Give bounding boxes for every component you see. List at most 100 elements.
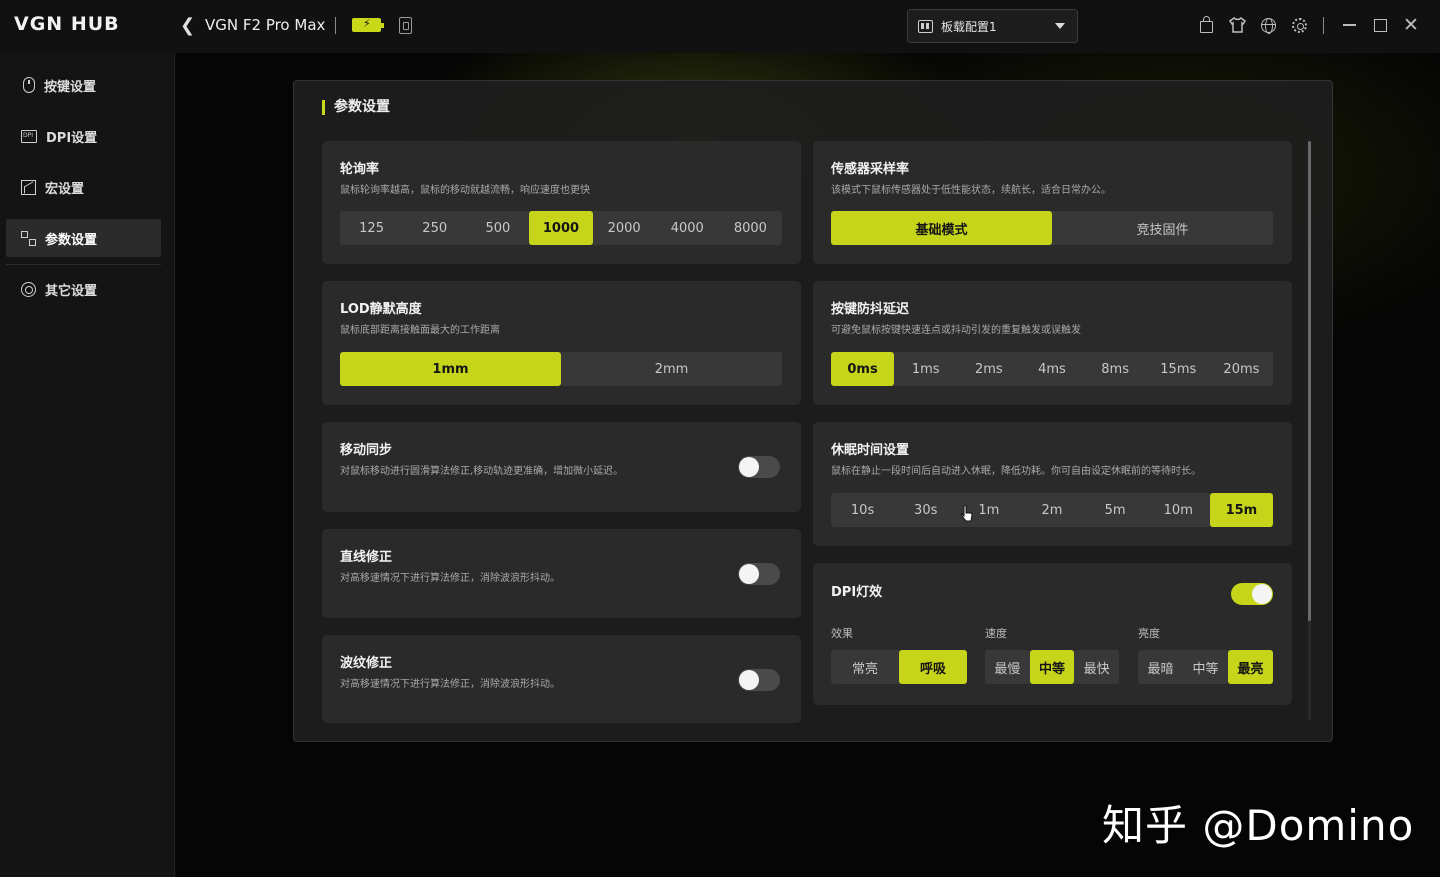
option-2mm[interactable]: 2mm [561, 352, 782, 386]
shirt-icon[interactable] [1228, 16, 1246, 34]
option-darkest[interactable]: 最暗 [1138, 650, 1183, 684]
option-4000[interactable]: 4000 [656, 211, 719, 245]
sidebar-item-other[interactable]: 其它设置 [6, 270, 161, 308]
option-30s[interactable]: 30s [894, 493, 957, 527]
toggle-knob [739, 670, 759, 690]
ripple-correction-toggle[interactable] [738, 669, 780, 691]
debounce-selector: 0ms 1ms 2ms 4ms 8ms 15ms 20ms [831, 352, 1273, 386]
dpi-light-toggle[interactable] [1231, 583, 1273, 605]
mouse-icon [23, 77, 35, 93]
polling-rate-card: 轮询率 鼠标轮询率越高，鼠标的移动就越流畅，响应速度也更快 125 250 50… [322, 141, 801, 264]
brightness-selector: 最暗 中等 最亮 [1138, 650, 1273, 684]
lod-card: LOD静默高度 鼠标底部距离接触面最大的工作距离 1mm 2mm [322, 281, 801, 405]
params-panel: 参数设置 轮询率 鼠标轮询率越高，鼠标的移动就越流畅，响应速度也更快 125 2… [293, 80, 1333, 742]
battery-icon: ⚡ [352, 17, 384, 32]
effect-selector: 常亮 呼吸 [831, 650, 967, 684]
option-2m[interactable]: 2m [1020, 493, 1083, 527]
macro-icon [21, 179, 36, 195]
divider [1323, 17, 1324, 34]
option-1ms[interactable]: 1ms [894, 352, 957, 386]
sidebar-item-dpi[interactable]: DPI DPI设置 [6, 117, 161, 155]
other-settings-icon [21, 281, 36, 297]
card-description: 该模式下鼠标传感器处于低性能状态，续航长，适合日常办公。 [831, 185, 1111, 196]
option-medium-speed[interactable]: 中等 [1029, 650, 1075, 684]
scrollbar-thumb[interactable] [1308, 141, 1311, 621]
card-title: 直线修正 [340, 550, 393, 565]
angle-snap-toggle[interactable] [738, 563, 780, 585]
debounce-card: 按键防抖延迟 可避免鼠标按键快速连点或抖动引发的重复触发或误触发 0ms 1ms… [813, 281, 1292, 405]
card-title: 按键防抖延迟 [831, 302, 910, 317]
option-2ms[interactable]: 2ms [957, 352, 1020, 386]
mouse-cursor-icon [961, 505, 973, 522]
option-8ms[interactable]: 8ms [1084, 352, 1147, 386]
brightness-label: 亮度 [1138, 627, 1160, 640]
toggle-knob [739, 457, 759, 477]
option-0ms[interactable]: 0ms [831, 352, 895, 386]
sidebar-item-label: DPI设置 [46, 130, 98, 146]
back-arrow-icon[interactable]: ❮ [180, 15, 195, 37]
option-15ms[interactable]: 15ms [1147, 352, 1210, 386]
card-description: 鼠标在静止一段时间后自动进入休眠，降低功耗。你可自由设定休眠前的等待时长。 [831, 466, 1201, 477]
option-500[interactable]: 500 [466, 211, 529, 245]
title-bar: VGN HUB ❮ VGN F2 Pro Max ⚡ 板载配置1 ✕ [0, 0, 1440, 53]
option-slowest[interactable]: 最慢 [985, 650, 1030, 684]
card-title: 传感器采样率 [831, 162, 910, 177]
option-breathing[interactable]: 呼吸 [899, 650, 967, 684]
option-8000[interactable]: 8000 [719, 211, 782, 245]
card-description: 鼠标轮询率越高，鼠标的移动就越流畅，响应速度也更快 [340, 185, 590, 196]
option-1000[interactable]: 1000 [529, 211, 593, 245]
option-10s[interactable]: 10s [831, 493, 894, 527]
card-description: 对高移速情况下进行算法修正，消除波浪形抖动。 [340, 679, 560, 690]
effect-label: 效果 [831, 627, 853, 640]
option-4ms[interactable]: 4ms [1020, 352, 1083, 386]
speed-label: 速度 [985, 627, 1007, 640]
divider [335, 17, 336, 34]
card-title: 轮询率 [340, 162, 380, 177]
sidebar-item-params[interactable]: 参数设置 [6, 219, 161, 257]
bag-icon[interactable] [1197, 16, 1215, 34]
config-selected-label: 板载配置1 [941, 19, 997, 34]
maximize-icon[interactable] [1371, 16, 1389, 34]
motion-sync-toggle[interactable] [738, 456, 780, 478]
close-icon[interactable]: ✕ [1402, 16, 1420, 35]
dpi-light-card: DPI灯效 效果 常亮 呼吸 速度 最慢 中等 最快 亮度 最暗 中等 最亮 [813, 563, 1292, 705]
gear-icon[interactable] [1290, 16, 1308, 34]
option-medium-brightness[interactable]: 中等 [1183, 650, 1228, 684]
params-icon [21, 230, 36, 246]
card-title: LOD静默高度 [340, 302, 422, 317]
sidebar: 按键设置 DPI DPI设置 宏设置 参数设置 其它设置 [0, 53, 175, 877]
option-basic-mode[interactable]: 基础模式 [831, 211, 1052, 245]
sidebar-item-label: 宏设置 [45, 181, 85, 197]
option-steady[interactable]: 常亮 [831, 650, 899, 684]
angle-snap-card: 直线修正 对高移速情况下进行算法修正，消除波浪形抖动。 [322, 529, 801, 618]
option-competitive-firmware[interactable]: 竞技固件 [1052, 211, 1273, 245]
option-1mm[interactable]: 1mm [340, 352, 561, 386]
panel-title: 参数设置 [322, 100, 390, 115]
card-description: 对鼠标移动进行圆滑算法修正,移动轨迹更准确，增加微小延迟。 [340, 466, 624, 477]
sidebar-item-buttons[interactable]: 按键设置 [6, 66, 161, 104]
option-125[interactable]: 125 [340, 211, 403, 245]
sidebar-item-label: 按键设置 [44, 79, 97, 95]
card-title: DPI灯效 [831, 585, 883, 600]
card-title: 移动同步 [340, 443, 393, 458]
dongle-icon [399, 17, 412, 34]
card-description: 鼠标底部距离接触面最大的工作距离 [340, 325, 500, 336]
option-250[interactable]: 250 [403, 211, 466, 245]
option-2000[interactable]: 2000 [593, 211, 656, 245]
card-description: 可避免鼠标按键快速连点或抖动引发的重复触发或误触发 [831, 325, 1081, 336]
onboard-config-select[interactable]: 板载配置1 [907, 9, 1078, 43]
option-fastest[interactable]: 最快 [1074, 650, 1119, 684]
card-title: 休眠时间设置 [831, 443, 910, 458]
sensor-rate-card: 传感器采样率 该模式下鼠标传感器处于低性能状态，续航长，适合日常办公。 基础模式… [813, 141, 1292, 264]
option-5m[interactable]: 5m [1084, 493, 1147, 527]
globe-icon[interactable] [1259, 16, 1277, 34]
card-title: 波纹修正 [340, 656, 393, 671]
option-10m[interactable]: 10m [1147, 493, 1210, 527]
minimize-icon[interactable] [1340, 16, 1358, 34]
option-20ms[interactable]: 20ms [1210, 352, 1273, 386]
option-brightest[interactable]: 最亮 [1228, 650, 1273, 684]
sidebar-item-label: 参数设置 [45, 232, 98, 248]
sensor-mode-selector: 基础模式 竞技固件 [831, 211, 1273, 245]
sidebar-item-macro[interactable]: 宏设置 [6, 168, 161, 206]
option-15m[interactable]: 15m [1209, 493, 1273, 527]
